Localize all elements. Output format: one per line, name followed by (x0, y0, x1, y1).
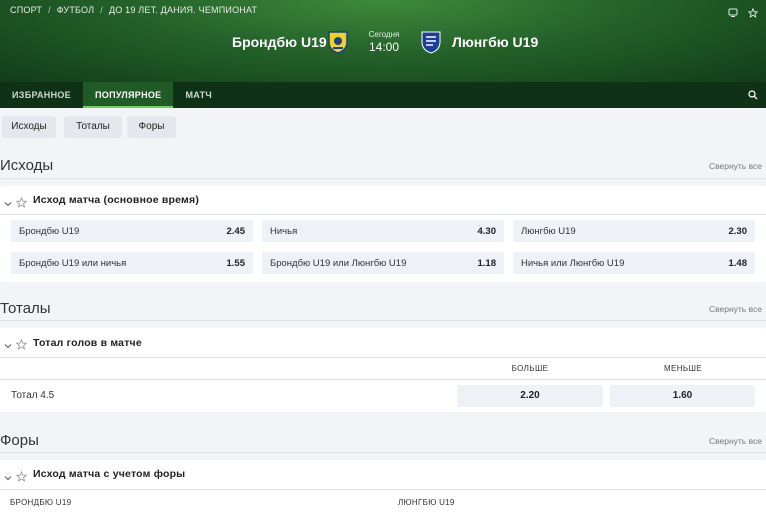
breadcrumb-sport[interactable]: СПОРТ (10, 5, 42, 15)
row-divider (0, 379, 766, 380)
section-divider (0, 452, 766, 453)
market-filters: Исходы Тоталы Форы (0, 108, 766, 146)
odd-value: 1.48 (728, 258, 748, 269)
collapse-all-handicaps[interactable]: Свернуть все (709, 436, 762, 446)
odd-value: 4.30 (477, 226, 497, 237)
odd-home-or-away[interactable]: Брондбю U19 или Люнгбю U19 1.18 (262, 252, 504, 274)
odd-label: Брондбю U19 или Люнгбю U19 (270, 258, 407, 269)
tab-favorites[interactable]: ИЗБРАННОЕ (0, 82, 83, 108)
section-divider (0, 320, 766, 321)
tab-match[interactable]: МАТЧ (173, 82, 224, 108)
chevron-down-icon[interactable] (3, 196, 13, 207)
header-icons (728, 5, 759, 18)
odd-value: 1.18 (477, 258, 497, 269)
tab-popular[interactable]: ПОПУЛЯРНОЕ (83, 82, 174, 108)
home-team-crest-icon (327, 30, 349, 54)
breadcrumb-league[interactable]: ДО 19 ЛЕТ. ДАНИЯ. ЧЕМПИОНАТ (109, 5, 257, 15)
handicap-column-home: БРОНДБЮ U19 (0, 490, 380, 515)
odd-value: 2.45 (226, 226, 246, 237)
away-team-name: Люнгбю U19 (452, 34, 539, 50)
match-day: Сегодня (368, 30, 400, 39)
odd-label: Брондбю U19 или ничья (19, 258, 127, 269)
odd-away-win[interactable]: Люнгбю U19 2.30 (513, 220, 755, 242)
odd-draw[interactable]: Ничья 4.30 (262, 220, 504, 242)
star-outline-icon[interactable] (747, 5, 759, 18)
odd-draw-or-away[interactable]: Ничья или Люнгбю U19 1.48 (513, 252, 755, 274)
filter-outcomes-button[interactable]: Исходы (2, 116, 56, 138)
odd-value: 1.55 (226, 258, 246, 269)
breadcrumb-football[interactable]: ФУТБОЛ (57, 5, 94, 15)
odd-label: Люнгбю U19 (521, 226, 576, 237)
market-total-goals: Тотал голов в матче БОЛЬШЕ МЕНЬШЕ Тотал … (0, 328, 766, 412)
match-kickoff: 14:00 (368, 40, 400, 54)
odd-total-over[interactable]: 2.20 (457, 385, 603, 407)
tab-bar: ИЗБРАННОЕ ПОПУЛЯРНОЕ МАТЧ (0, 82, 766, 108)
breadcrumb: СПОРТ / ФУТБОЛ / ДО 19 ЛЕТ. ДАНИЯ. ЧЕМПИ… (10, 5, 257, 15)
total-line-label: Тотал 4.5 (11, 390, 55, 401)
odd-label: Ничья (270, 226, 298, 237)
odd-value: 2.30 (728, 226, 748, 237)
chevron-down-icon[interactable] (3, 338, 13, 349)
odd-home-or-draw[interactable]: Брондбю U19 или ничья 1.55 (11, 252, 253, 274)
search-icon[interactable] (746, 82, 760, 108)
odd-total-under[interactable]: 1.60 (610, 385, 755, 407)
collapse-all-outcomes[interactable]: Свернуть все (709, 161, 762, 171)
breadcrumb-separator: / (48, 5, 51, 15)
market-divider (0, 357, 766, 358)
chevron-down-icon[interactable] (3, 470, 13, 481)
column-header-under: МЕНЬШЕ (663, 364, 703, 373)
market-title: Исход матча (основное время) (33, 194, 200, 206)
odd-label: Ничья или Люнгбю U19 (521, 258, 625, 269)
market-title: Исход матча с учетом форы (33, 468, 186, 480)
odd-home-win[interactable]: Брондбю U19 2.45 (11, 220, 253, 242)
odd-label: Брондбю U19 (19, 226, 80, 237)
favorite-star-icon[interactable] (15, 195, 28, 208)
column-header-over: БОЛЬШЕ (511, 364, 549, 373)
match-header: СПОРТ / ФУТБОЛ / ДО 19 ЛЕТ. ДАНИЯ. ЧЕМПИ… (0, 0, 766, 82)
breadcrumb-separator: / (100, 5, 103, 15)
filter-totals-button[interactable]: Тоталы (64, 116, 122, 138)
away-team-crest-icon (420, 30, 442, 54)
section-divider (0, 178, 766, 179)
filter-handicaps-button[interactable]: Форы (127, 116, 176, 138)
collapse-all-totals[interactable]: Свернуть все (709, 304, 762, 314)
favorite-star-icon[interactable] (15, 337, 28, 350)
handicap-column-away: ЛЮНГБЮ U19 (388, 490, 766, 515)
monitor-icon[interactable] (728, 5, 738, 17)
favorite-star-icon[interactable] (15, 469, 28, 482)
home-team-name: Брондбю U19 (232, 34, 327, 50)
section-title-outcomes: Исходы (0, 157, 54, 174)
match-time: Сегодня 14:00 (364, 30, 404, 54)
market-divider (0, 214, 766, 215)
section-title-handicaps: Форы (0, 432, 39, 449)
section-title-totals: Тоталы (0, 300, 51, 317)
market-title: Тотал голов в матче (33, 337, 142, 349)
